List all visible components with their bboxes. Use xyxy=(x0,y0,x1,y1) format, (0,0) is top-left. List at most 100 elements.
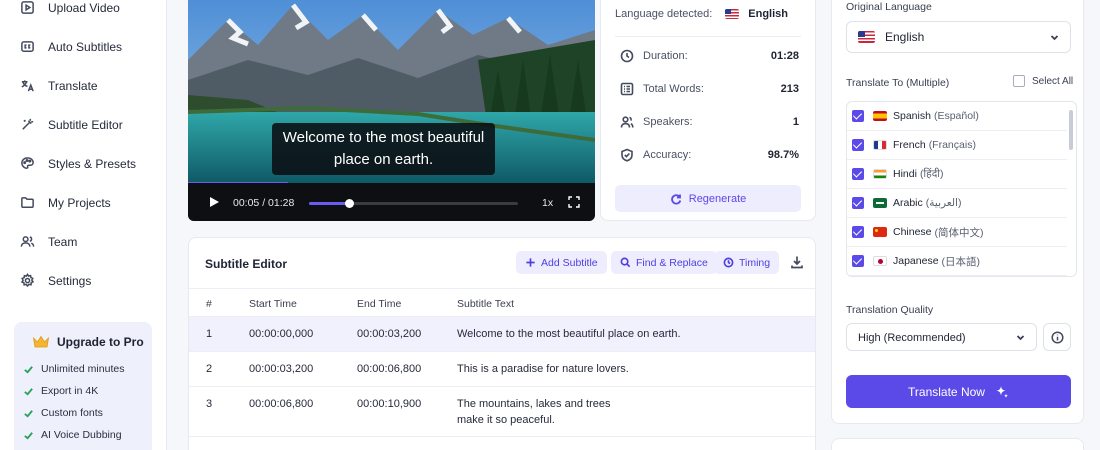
checkbox-checked[interactable] xyxy=(852,197,864,209)
subtitle-editor-title: Subtitle Editor xyxy=(205,257,287,271)
table-row[interactable]: 3 00:00:06,800 00:00:10,900 The mountain… xyxy=(189,387,815,437)
video-controls: 00:05 / 01:28 1x xyxy=(188,183,595,221)
quality-info-button[interactable] xyxy=(1043,323,1071,351)
sidebar-item-label: Settings xyxy=(48,273,92,288)
language-option-spanish[interactable]: Spanish (Español) xyxy=(847,102,1067,131)
row-end-time[interactable]: 00:00:03,200 xyxy=(357,328,421,340)
upgrade-feature-text: Custom fonts xyxy=(41,407,103,419)
table-row[interactable]: 1 00:00:00,000 00:00:03,200 Welcome to t… xyxy=(189,317,815,352)
sidebar-item-styles-presets[interactable]: Styles & Presets xyxy=(20,156,136,171)
sparkle-icon xyxy=(996,385,1008,398)
search-icon xyxy=(620,257,631,268)
list-icon xyxy=(620,82,634,96)
download-icon[interactable] xyxy=(790,255,804,269)
translation-quality-select[interactable]: High (Recommended) xyxy=(846,323,1037,351)
column-subtitle-text: Subtitle Text xyxy=(457,298,515,310)
language-list-scrollbar[interactable] xyxy=(1069,110,1073,150)
us-flag-icon xyxy=(858,31,875,43)
check-icon xyxy=(24,387,33,396)
stat-value: 01:28 xyxy=(770,50,799,62)
translate-now-button[interactable]: Translate Now xyxy=(846,375,1071,408)
original-language-label: Original Language xyxy=(846,1,932,13)
language-native-name: (العربية) xyxy=(925,197,962,209)
language-option-hindi[interactable]: Hindi (हिंदी) xyxy=(847,160,1067,189)
sidebar-item-label: Styles & Presets xyxy=(48,156,137,171)
row-number: 2 xyxy=(206,363,213,375)
playback-speed[interactable]: 1x xyxy=(542,197,553,209)
seek-handle[interactable] xyxy=(344,199,354,208)
china-flag-icon xyxy=(873,227,887,237)
shield-check-icon xyxy=(621,148,633,162)
timing-button[interactable]: Timing xyxy=(714,251,780,274)
language-option-french[interactable]: French (Français) xyxy=(847,131,1067,160)
row-subtitle-text-line-2[interactable]: make it so peaceful. xyxy=(457,414,555,426)
column-start-time: Start Time xyxy=(249,298,297,310)
sidebar-item-settings[interactable]: Settings xyxy=(20,273,91,288)
row-end-time[interactable]: 00:00:10,900 xyxy=(357,398,421,410)
chevron-down-icon xyxy=(1016,335,1025,341)
seek-bar[interactable] xyxy=(309,199,518,208)
upgrade-title: Upgrade to Pro xyxy=(32,335,144,349)
row-subtitle-text[interactable]: This is a paradise for nature lovers. xyxy=(457,363,629,375)
checkbox-checked[interactable] xyxy=(852,168,864,180)
find-replace-button[interactable]: Find & Replace xyxy=(611,251,717,274)
target-language-list[interactable]: Spanish (Español) French (Français) Hind… xyxy=(846,101,1077,277)
upgrade-feature-text: AI Voice Dubbing xyxy=(41,429,122,441)
column-number: # xyxy=(206,298,212,310)
language-option-japanese[interactable]: Japanese (日本語) xyxy=(847,247,1067,276)
sidebar-item-subtitle-editor[interactable]: Subtitle Editor xyxy=(20,117,123,132)
row-subtitle-text[interactable]: The mountains, lakes and trees xyxy=(457,398,610,410)
add-subtitle-label: Add Subtitle xyxy=(541,256,598,269)
add-subtitle-button[interactable]: Add Subtitle xyxy=(516,251,607,274)
saudi-flag-icon xyxy=(873,198,887,208)
checkbox-checked[interactable] xyxy=(852,226,864,238)
caption-line-2: place on earth. xyxy=(333,151,434,168)
select-all-checkbox[interactable]: Select All xyxy=(1013,75,1073,87)
checkbox-checked[interactable] xyxy=(852,255,864,267)
secondary-panel xyxy=(831,438,1084,450)
row-end-time[interactable]: 00:00:06,800 xyxy=(357,363,421,375)
row-start-time[interactable]: 00:00:06,800 xyxy=(249,398,313,410)
language-native-name: (简体中文) xyxy=(934,226,984,239)
language-detected-label: Language detected: xyxy=(615,8,713,20)
play-icon[interactable] xyxy=(208,196,220,208)
checkbox-checked[interactable] xyxy=(852,110,864,122)
clock-icon xyxy=(723,257,734,268)
check-icon xyxy=(24,365,33,374)
language-native-name: (हिंदी) xyxy=(919,168,944,180)
language-option-chinese[interactable]: Chinese (简体中文) xyxy=(847,218,1067,247)
stat-total-words: Total Words: 213 xyxy=(620,82,799,96)
stat-label: Duration: xyxy=(643,50,688,62)
sidebar-item-my-projects[interactable]: My Projects xyxy=(20,195,111,210)
fullscreen-icon[interactable] xyxy=(568,196,580,208)
sidebar-item-upload-video[interactable]: Upload Video xyxy=(20,0,120,15)
check-icon xyxy=(24,431,33,440)
sidebar-item-label: My Projects xyxy=(48,195,111,210)
stat-value: 1 xyxy=(792,116,799,128)
original-language-select[interactable]: English xyxy=(846,21,1071,53)
upgrade-feature: Custom fonts xyxy=(23,407,103,419)
language-detected: Language detected: English xyxy=(615,8,788,20)
palette-icon xyxy=(21,157,34,169)
stat-speakers: Speakers: 1 xyxy=(620,115,799,129)
table-row[interactable]: 2 00:00:03,200 00:00:06,800 This is a pa… xyxy=(189,352,815,387)
regenerate-button[interactable]: Regenerate xyxy=(615,185,801,212)
language-name: French xyxy=(893,139,926,151)
language-native-name: (Français) xyxy=(928,139,976,151)
japan-flag-icon xyxy=(873,256,887,266)
sidebar-item-auto-subtitles[interactable]: Auto Subtitles xyxy=(20,39,122,54)
language-option-arabic[interactable]: Arabic (العربية) xyxy=(847,189,1067,218)
row-start-time[interactable]: 00:00:03,200 xyxy=(249,363,313,375)
sidebar-item-team[interactable]: Team xyxy=(20,234,77,249)
india-flag-icon xyxy=(873,169,887,179)
column-end-time: End Time xyxy=(357,298,402,310)
sidebar-item-translate[interactable]: Translate xyxy=(20,78,98,93)
checkbox[interactable] xyxy=(1013,75,1025,87)
checkbox-checked[interactable] xyxy=(852,139,864,151)
language-detected-value: English xyxy=(748,8,788,20)
row-start-time[interactable]: 00:00:00,000 xyxy=(249,328,313,340)
row-subtitle-text[interactable]: Welcome to the most beautiful place on e… xyxy=(457,328,681,340)
translation-quality-value: High (Recommended) xyxy=(858,332,966,344)
upgrade-card[interactable]: Upgrade to Pro Unlimited minutes Export … xyxy=(14,322,152,450)
sidebar-item-label: Subtitle Editor xyxy=(48,117,123,132)
